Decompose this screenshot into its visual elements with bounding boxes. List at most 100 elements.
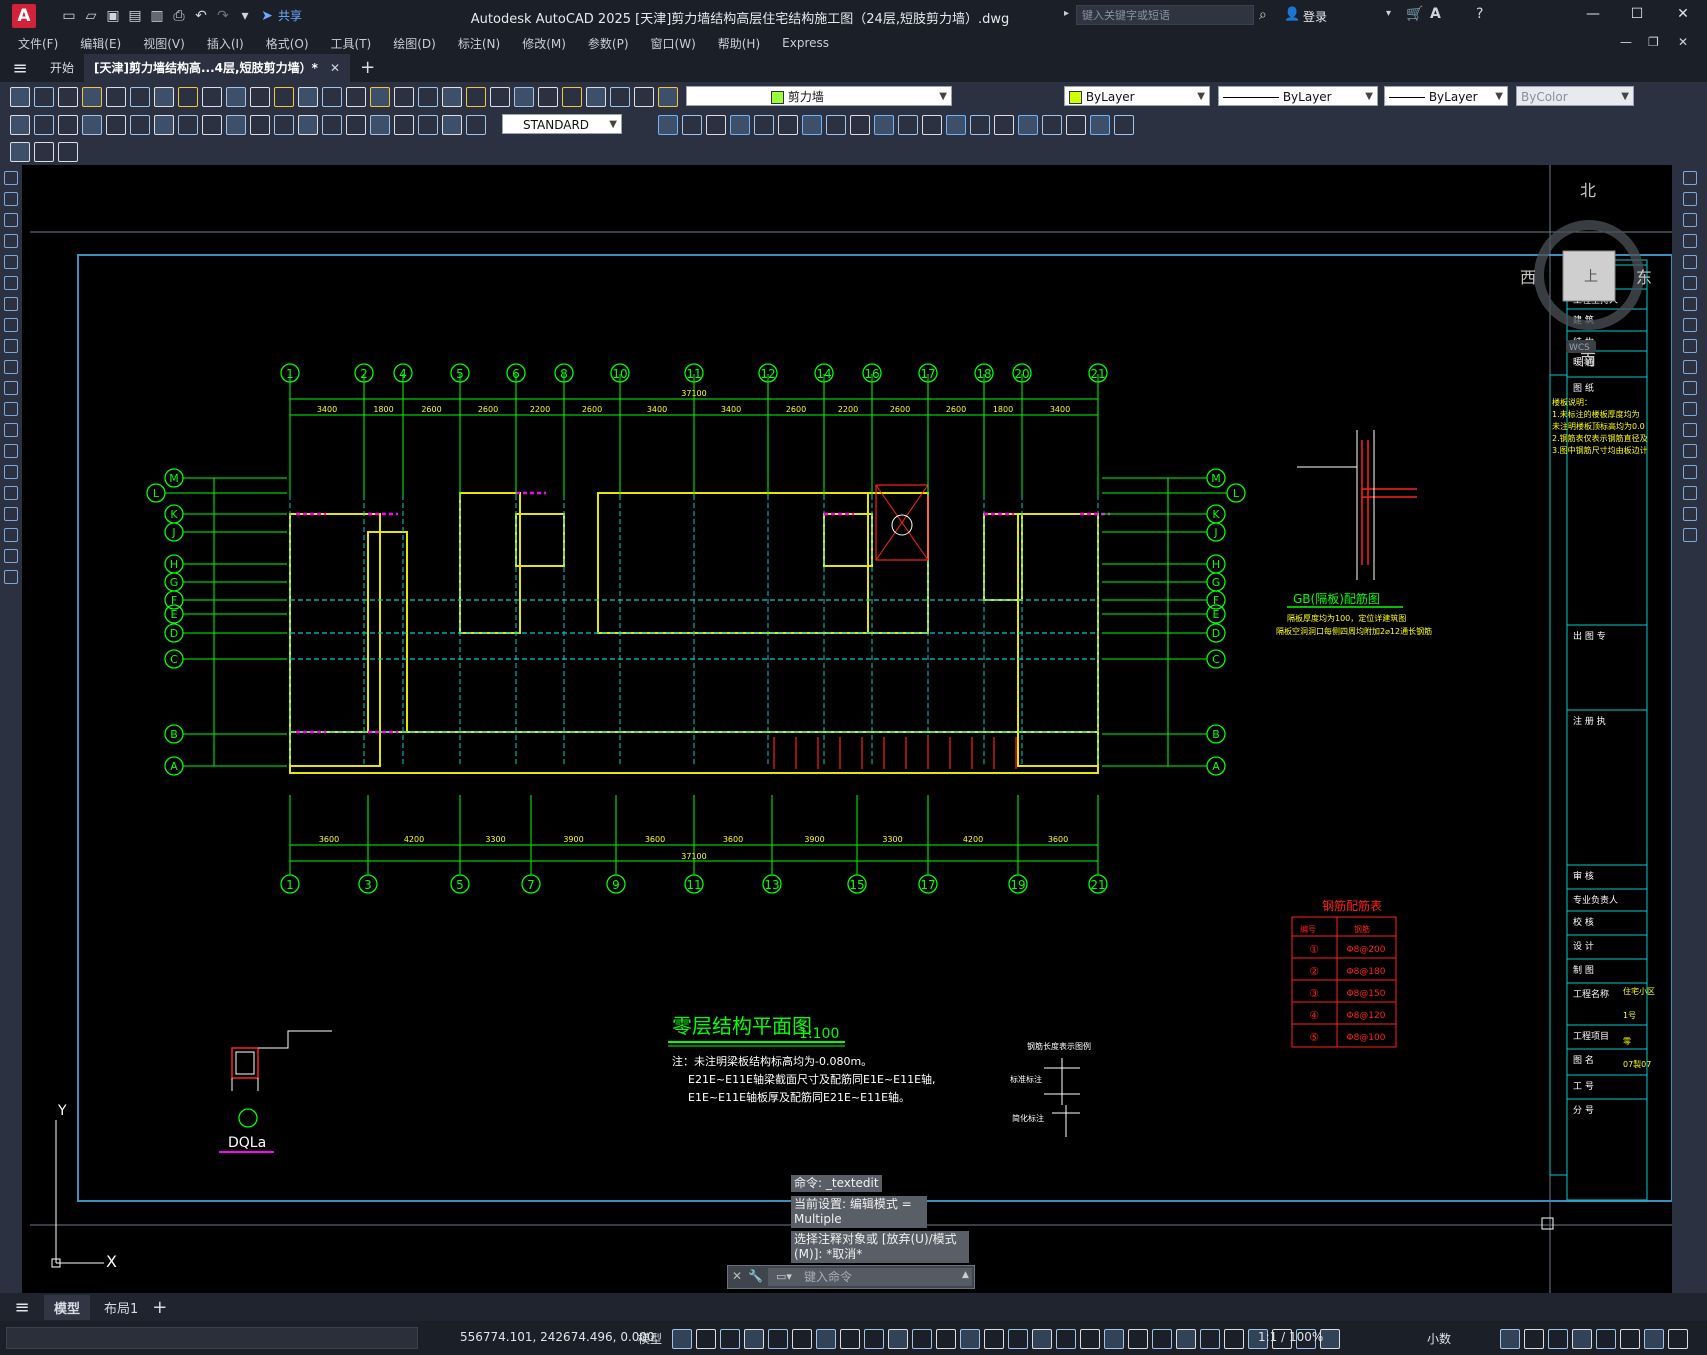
status-toggle-11-icon[interactable] <box>912 1329 932 1349</box>
draw-tool-9-icon[interactable] <box>4 339 18 353</box>
doc-minimize-icon[interactable]: — <box>1620 35 1632 49</box>
tab-active-drawing[interactable]: [天津]剪力墙结构高...4层,短肢剪力墙）* ✕ <box>84 54 351 82</box>
extra-tool-3-icon[interactable] <box>58 142 78 162</box>
user-icon[interactable]: 👤 <box>1284 7 1300 22</box>
standard-tool-14-icon[interactable] <box>322 87 342 107</box>
grip-point[interactable] <box>1541 1217 1554 1230</box>
share-button[interactable]: 共享 <box>278 7 302 24</box>
modify-tool-12-icon[interactable] <box>922 115 942 135</box>
menu-express[interactable]: Express <box>782 36 829 50</box>
command-history-toggle-icon[interactable]: ▲ <box>962 1270 969 1280</box>
draw-tool-1-icon[interactable] <box>4 171 18 185</box>
maximize-icon[interactable]: ☐ <box>1624 6 1650 22</box>
viewcube-north[interactable]: 北 <box>1580 181 1596 200</box>
menu-tools[interactable]: 工具(T) <box>331 35 372 52</box>
dimension-tool-8-icon[interactable] <box>178 115 198 135</box>
status-toggle-21-icon[interactable] <box>1152 1329 1172 1349</box>
dimension-tool-7-icon[interactable] <box>154 115 174 135</box>
modify-side-tool-9-icon[interactable] <box>1682 339 1697 353</box>
command-close-icon[interactable]: ✕ <box>732 1269 742 1283</box>
lineweight-dropdown[interactable]: ByLayer ▼ <box>1384 86 1508 106</box>
menu-modify[interactable]: 修改(M) <box>522 35 566 52</box>
modify-side-tool-18-icon[interactable] <box>1682 528 1697 542</box>
status-util-3-icon[interactable] <box>1548 1329 1568 1349</box>
status-toggle-13-icon[interactable] <box>960 1329 980 1349</box>
standard-tool-26-icon[interactable] <box>610 87 630 107</box>
dimension-tool-1-icon[interactable] <box>10 115 30 135</box>
dimension-tool-11-icon[interactable] <box>250 115 270 135</box>
draw-tool-3-icon[interactable] <box>4 213 18 227</box>
standard-tool-2-icon[interactable] <box>34 87 54 107</box>
menu-edit[interactable]: 编辑(E) <box>80 35 121 52</box>
modify-tool-1-icon[interactable] <box>658 115 678 135</box>
dimension-tool-6-icon[interactable] <box>130 115 150 135</box>
model-space-toggle[interactable]: 模型 <box>638 1330 662 1347</box>
save-as-icon[interactable]: ▤ <box>124 8 146 24</box>
hamburger-menu-icon[interactable]: ≡ <box>0 58 40 79</box>
draw-tool-15-icon[interactable] <box>4 465 18 479</box>
draw-tool-7-icon[interactable] <box>4 297 18 311</box>
modify-tool-8-icon[interactable] <box>826 115 846 135</box>
draw-tool-4-icon[interactable] <box>4 234 18 248</box>
standard-tool-5-icon[interactable] <box>106 87 126 107</box>
close-icon[interactable]: ✕ <box>1670 6 1696 22</box>
dimension-tool-18-icon[interactable] <box>418 115 438 135</box>
saveas-web-icon[interactable]: ▥ <box>146 8 168 24</box>
tab-start[interactable]: 开始 <box>40 54 84 82</box>
dimension-tool-14-icon[interactable] <box>322 115 342 135</box>
standard-tool-22-icon[interactable] <box>514 87 534 107</box>
app-menu-button[interactable]: A <box>12 4 36 28</box>
new-tab-button[interactable]: + <box>350 54 385 82</box>
menu-parametric[interactable]: 参数(P) <box>588 35 629 52</box>
command-customize-icon[interactable]: 🔧 <box>748 1269 763 1283</box>
menu-window[interactable]: 窗口(W) <box>651 35 696 52</box>
menu-format[interactable]: 格式(O) <box>266 35 309 52</box>
modify-tool-11-icon[interactable] <box>898 115 918 135</box>
standard-tool-6-icon[interactable] <box>130 87 150 107</box>
standard-tool-4-icon[interactable] <box>82 87 102 107</box>
draw-tool-17-icon[interactable] <box>4 507 18 521</box>
standard-tool-1-icon[interactable] <box>10 87 30 107</box>
modify-tool-3-icon[interactable] <box>706 115 726 135</box>
open-icon[interactable]: ▱ <box>80 8 102 24</box>
dimension-tool-15-icon[interactable] <box>346 115 366 135</box>
plot-icon[interactable]: ⎙ <box>168 8 190 24</box>
modify-side-tool-7-icon[interactable] <box>1682 297 1697 311</box>
tab-close-icon[interactable]: ✕ <box>330 61 340 75</box>
search-expand-icon[interactable]: ▸ <box>1064 8 1069 19</box>
draw-tool-13-icon[interactable] <box>4 423 18 437</box>
status-util-7-icon[interactable] <box>1644 1329 1664 1349</box>
modify-side-tool-13-icon[interactable] <box>1682 423 1697 437</box>
plotstyle-dropdown[interactable]: ByColor ▼ <box>1516 86 1634 106</box>
dimension-tool-16-icon[interactable] <box>370 115 390 135</box>
modify-side-tool-11-icon[interactable] <box>1682 381 1697 395</box>
menu-insert[interactable]: 插入(I) <box>207 35 244 52</box>
standard-tool-27-icon[interactable] <box>634 87 654 107</box>
menu-file[interactable]: 文件(F) <box>18 35 58 52</box>
command-input[interactable]: 键入命令 <box>768 1268 972 1286</box>
color-dropdown[interactable]: ByLayer ▼ <box>1064 86 1210 106</box>
modify-tool-14-icon[interactable] <box>970 115 990 135</box>
draw-tool-5-icon[interactable] <box>4 255 18 269</box>
standard-tool-12-icon[interactable] <box>274 87 294 107</box>
status-toggle-20-icon[interactable] <box>1128 1329 1148 1349</box>
status-toggle-17-icon[interactable] <box>1056 1329 1076 1349</box>
viewcube-west[interactable]: 西 <box>1520 268 1536 287</box>
modify-side-tool-2-icon[interactable] <box>1682 192 1697 206</box>
modify-side-tool-16-icon[interactable] <box>1682 486 1697 500</box>
standard-tool-13-icon[interactable] <box>298 87 318 107</box>
standard-tool-23-icon[interactable] <box>538 87 558 107</box>
redo-icon[interactable]: ↷ <box>212 8 234 24</box>
dimension-tool-4-icon[interactable] <box>82 115 102 135</box>
drawing-canvas[interactable]: 1 2 4 5 6 8 10 11 12 14 16 17 18 20 21 1 3 5 7 9 11 13 15 17 19 2… <box>22 165 1672 1293</box>
login-button[interactable]: 登录 <box>1303 8 1327 25</box>
viewcube-wcs[interactable]: WCS <box>1569 343 1590 353</box>
modify-side-tool-4-icon[interactable] <box>1682 234 1697 248</box>
dimension-tool-20-icon[interactable] <box>466 115 486 135</box>
status-util-8-icon[interactable] <box>1668 1329 1688 1349</box>
search-input[interactable]: 键入关键字或短语 <box>1076 5 1254 25</box>
status-toggle-14-icon[interactable] <box>984 1329 1004 1349</box>
search-icon[interactable]: ⌕ <box>1259 7 1267 23</box>
textstyle-dropdown[interactable]: STANDARD ▼ <box>502 114 622 134</box>
modify-tool-17-icon[interactable] <box>1042 115 1062 135</box>
